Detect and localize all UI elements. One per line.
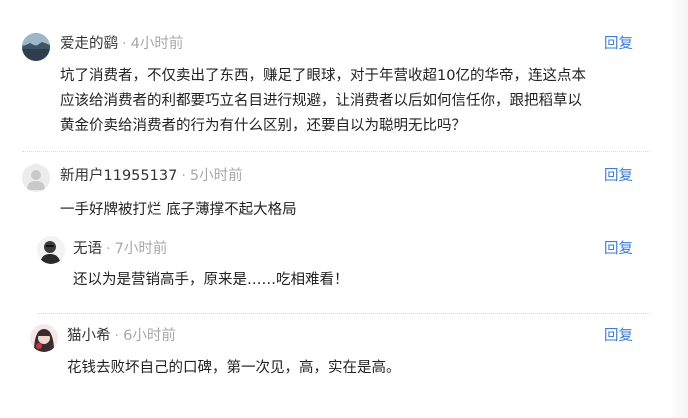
comment-text-line: 应该给消费者的利都要巧立名目进行规避，让消费者以后如何信任你，跟把稻草以 <box>60 93 582 109</box>
comment-item: 无语 · 7小时前 回复 还以为是营销高手，原来是……吃相难看！ <box>0 225 688 305</box>
comment-time: 4小时前 <box>130 36 184 52</box>
comment-meta: 无语 · 7小时前 <box>73 239 167 259</box>
comment-meta: 猫小希 · 6小时前 <box>67 326 176 346</box>
comment-text: 一手好牌被打烂 底子薄撑不起大格局 <box>60 198 670 223</box>
meta-separator: · <box>181 168 186 184</box>
comment-text-line: 花钱去败坏自己的口碑，第一次见，高，实在是高。 <box>67 360 401 376</box>
comment-text: 坑了消费者，不仅卖出了东西，赚足了眼球，对于年营收超10亿的华帝，连这点本 应该… <box>60 64 670 139</box>
comment-author[interactable]: 无语 <box>73 241 102 257</box>
comment-author[interactable]: 猫小希 <box>67 328 111 344</box>
comment-author[interactable]: 新用户11955137 <box>60 168 177 184</box>
reply-button[interactable]: 回复 <box>604 34 633 54</box>
reply-button[interactable]: 回复 <box>604 239 633 259</box>
comment-item: 猫小希 · 6小时前 回复 花钱去败坏自己的口碑，第一次见，高，实在是高。 <box>0 316 688 396</box>
comment-text: 花钱去败坏自己的口碑，第一次见，高，实在是高。 <box>67 356 657 381</box>
comment-author[interactable]: 爱走的鹞 <box>60 36 118 52</box>
comment-item: 新用户11955137 · 5小时前 回复 一手好牌被打烂 底子薄撑不起大格局 <box>0 152 688 222</box>
default-user-avatar-icon[interactable] <box>22 164 50 192</box>
comment-time: 7小时前 <box>114 241 168 257</box>
meta-separator: · <box>122 36 127 52</box>
comment-item: 爱走的鹞 · 4小时前 回复 坑了消费者，不仅卖出了东西，赚足了眼球，对于年营收超1… <box>0 0 688 150</box>
comment-text-line: 坑了消费者，不仅卖出了东西，赚足了眼球，对于年营收超10亿的华帝，连这点本 <box>60 68 586 84</box>
girl-illustration-avatar-icon[interactable] <box>30 324 58 352</box>
meta-separator: · <box>114 328 120 344</box>
reply-button[interactable]: 回复 <box>604 166 633 186</box>
comment-time: 6小时前 <box>123 328 176 344</box>
comment-meta: 新用户11955137 · 5小时前 <box>60 166 243 186</box>
comment-text: 还以为是营销高手，原来是……吃相难看！ <box>73 268 663 293</box>
comment-meta: 爱走的鹞 · 4小时前 <box>60 34 183 54</box>
comment-list: 爱走的鹞 · 4小时前 回复 坑了消费者，不仅卖出了东西，赚足了眼球，对于年营收超1… <box>0 0 688 418</box>
comment-text-line: 黄金价卖给消费者的行为有什么区别，还要自以为聪明无比吗？ <box>60 118 466 134</box>
comment-text-line: 一手好牌被打烂 底子薄撑不起大格局 <box>60 202 297 218</box>
edge-shadow <box>668 0 688 418</box>
comment-time: 5小时前 <box>189 168 243 184</box>
reply-button[interactable]: 回复 <box>604 326 633 346</box>
landscape-avatar-icon[interactable] <box>22 33 50 61</box>
divider <box>37 313 650 314</box>
person-photo-avatar-icon[interactable] <box>37 236 65 264</box>
meta-separator: · <box>106 241 111 257</box>
comment-text-line: 还以为是营销高手，原来是……吃相难看！ <box>73 272 349 288</box>
